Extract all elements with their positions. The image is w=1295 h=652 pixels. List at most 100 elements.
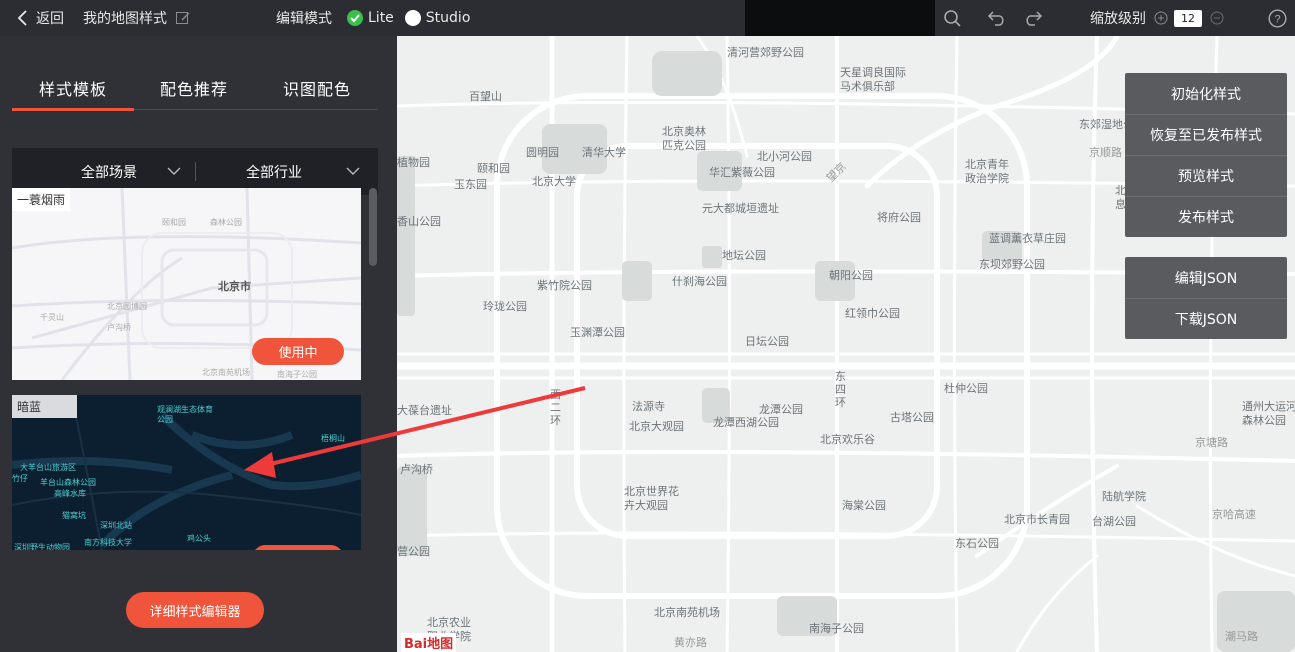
mode-option-lite[interactable]: Lite [346,9,394,27]
map-label: 西二环 [550,388,561,427]
search-input[interactable] [745,0,935,36]
map-label: 天星调良国际马术俱乐部 [840,66,906,93]
map-label: 华汇紫薇公园 [709,166,775,179]
edit-icon[interactable] [175,10,191,26]
restore-published-button[interactable]: 恢复至已发布样式 [1125,114,1287,155]
baidu-logo: Bai地图 [401,633,457,652]
preview-label: 颐和园 [162,218,186,227]
undo-icon[interactable] [987,9,1007,27]
preview-label: 深圳北站 [100,521,132,530]
map-label: 东石公园 [955,537,999,550]
radio-unchecked-icon [404,10,421,26]
map-label: 通州大运河森林公园 [1242,400,1295,427]
preview-label: 高峰水库 [54,489,86,498]
reset-style-button[interactable]: 初始化样式 [1125,73,1287,114]
map-label: 元大都城垣遗址 [702,202,779,215]
map-label: 紫竹院公园 [537,279,592,292]
preview-label: 鸡公头 [187,534,211,543]
zoom-in-icon[interactable] [1154,11,1168,25]
map-label: 京塘路 [1195,436,1228,449]
scrollbar-thumb[interactable] [369,188,377,266]
template-card[interactable]: 暗蓝 观澜湖生态体育公园 梧桐山 大羊台山旅游区 羊台山森林公园 高峰水库 竹仔… [12,395,361,550]
publish-style-button[interactable]: 发布样式 [1125,196,1287,237]
preview-label: 羊台山森林公园 [40,478,96,487]
template-card[interactable]: 一蓑烟雨 北京市 颐和园 森林公园 北京园博园 千灵山 卢沟桥 北京南苑机场 南… [12,188,361,380]
mode-label: 编辑模式 [276,11,332,27]
map-label: 北京奥林匹克公园 [662,125,706,152]
preview-label: 千灵山 [40,313,64,322]
use-template-button[interactable] [252,545,344,550]
map-label: 北京世界花卉大观园 [624,485,679,512]
map-label: 北京南苑机场 [654,606,720,619]
page-title: 我的地图样式 [83,11,167,27]
tab-templates[interactable]: 样式模板 [39,76,107,100]
map-label: 卢沟桥 [400,463,433,476]
map-label: 红领巾公园 [845,307,900,320]
chevron-down-icon [167,167,181,175]
map-label: 东四环 [835,370,846,409]
radio-checked-icon [347,10,363,26]
preview-label: 猫窝坑 [62,511,86,520]
map-label: 北京大观园 [629,420,684,433]
map-label: 颐和园 [477,162,510,175]
preview-style-button[interactable]: 预览样式 [1125,155,1287,196]
redo-icon[interactable] [1023,9,1043,27]
preview-label: 北京市 [218,280,251,293]
map-label: 什刹海公园 [672,275,727,288]
map-label: 法源寺 [632,400,665,413]
map-label: 北京欢乐谷 [820,433,875,446]
preview-label: 南海子公园 [277,370,317,379]
map-canvas[interactable]: 清河营郊野公园 百望山 天星调良国际马术俱乐部 北京奥林匹克公园 东郊湿地公园 … [397,36,1295,652]
map-label: 玲珑公园 [483,300,527,313]
zoom-control: 缩放级别 12 [1090,0,1224,36]
zoom-label: 缩放级别 [1090,11,1146,27]
map-label: 龙潭西湖公园 [713,416,779,429]
map-label: 南海子公园 [809,622,864,635]
map-label: 潮马路 [1225,630,1258,643]
mode-option-studio[interactable]: Studio [404,9,471,27]
map-label: 植物园 [397,156,430,169]
map-label: 日坛公园 [745,335,789,348]
preview-label: 北京南苑机场 [202,368,250,377]
sidebar: 样式模板 配色推荐 识图配色 全部场景 全部行业 一蓑烟雨 北京市 颐和园 森林… [0,36,397,652]
use-template-button[interactable]: 使用中 [252,338,344,365]
map-label: 北京市长青园 [1004,513,1070,526]
mode-option-label: Lite [368,10,394,26]
map-label: 北小河公园 [757,150,812,163]
map-label: 玉渊潭公园 [570,326,625,339]
back-button[interactable]: 返回 [16,0,64,36]
tab-color-recommend[interactable]: 配色推荐 [160,76,228,100]
map-label: 黄亦路 [674,636,707,649]
map-label: 京哈高速 [1212,508,1256,521]
map-label: 将府公园 [877,211,921,224]
map-label: 蓝调薰衣草庄园 [989,232,1066,245]
industry-filter-label: 全部行业 [246,164,302,181]
top-toolbar: 返回 我的地图样式 编辑模式 Lite Studio 缩放级别 12 ? [0,0,1295,36]
map-label: 东坝郊野公园 [979,258,1045,271]
edit-json-button[interactable]: 编辑JSON [1125,257,1287,298]
chevron-left-icon [17,10,27,26]
preview-label: 森林公园 [210,218,242,227]
map-label: 朝阳公园 [829,269,873,282]
tab-image-color[interactable]: 识图配色 [283,76,351,100]
help-icon[interactable]: ? [1268,9,1287,28]
detailed-editor-button[interactable]: 详细样式编辑器 [126,592,264,628]
download-json-button[interactable]: 下载JSON [1125,298,1287,339]
mode-option-label: Studio [425,10,471,26]
map-label: 海棠公园 [842,499,886,512]
style-title: 我的地图样式 [83,0,191,36]
scene-filter-label: 全部场景 [81,164,137,181]
map-label: 营公园 [397,545,430,558]
map-label: 清华大学 [582,146,626,159]
map-label: 北京大学 [532,175,576,188]
map-label: 百望山 [469,90,502,103]
zoom-out-icon[interactable] [1210,11,1224,25]
chevron-down-icon [346,167,360,175]
tab-active-indicator [12,108,134,111]
zoom-value[interactable]: 12 [1174,9,1202,27]
search-icon[interactable] [943,9,963,29]
preview-label: 北京园博园 [107,302,147,311]
map-label: 京顺路 [1089,146,1122,159]
map-label: 杜仲公园 [944,382,988,395]
preview-label: 竹仔 [12,474,28,483]
